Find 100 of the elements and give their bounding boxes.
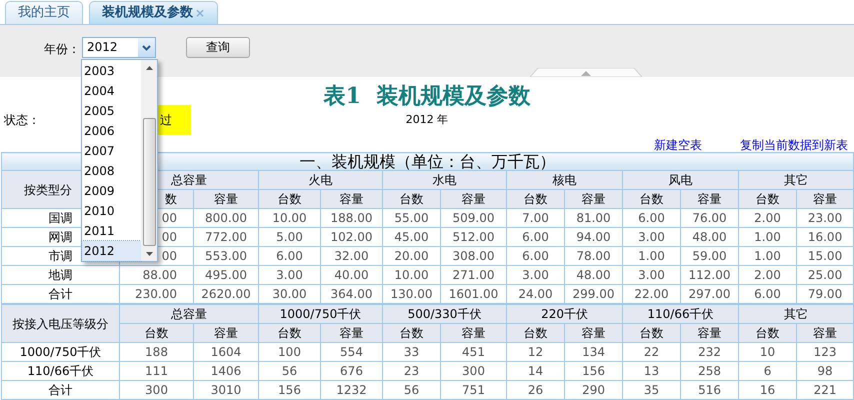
dropdown-option[interactable]: 2005 [82,101,141,121]
table-cell: 676 [320,362,382,380]
column-header: 容量 [320,324,382,342]
table-cell: 308.00 [440,246,506,266]
table-cell: 20.00 [382,246,440,266]
tab[interactable]: 装机规模及参数× [89,1,218,24]
dropdown-option[interactable]: 2004 [82,81,141,101]
table-cell: 451 [440,342,507,362]
table-cell: 1.00 [738,228,796,246]
scroll-thumb[interactable] [142,118,156,246]
table-cell: 112.00 [680,266,738,284]
column-group-header: 火电 [258,170,382,190]
link[interactable]: 复制当前数据到新表 [740,136,848,154]
column-header: 台数 [120,324,194,342]
table-cell: 800.00 [194,208,258,228]
table-cell: 258 [680,362,739,380]
column-header: 容量 [680,324,739,342]
table-cell: 98 [796,362,854,380]
column-group-header: 110/66千伏 [622,304,739,324]
table-cell: 16.00 [796,228,854,246]
table-cell: 56 [258,362,320,380]
column-header: 台数 [622,190,680,208]
column-header: 台数 [506,324,565,342]
column-header: 台数 [382,324,440,342]
table-cell: 14 [506,362,565,380]
table-cell: 33 [382,342,440,362]
year-select[interactable]: 2012 [82,37,156,58]
column-header: 容量 [564,190,622,208]
dropdown-option[interactable]: 2003 [82,61,141,81]
table-cell: 509.00 [440,208,506,228]
column-header: 台数 [738,190,796,208]
column-header: 容量 [680,190,738,208]
row-header: 1000/750千伏 [2,342,120,362]
table-cell: 40.00 [320,266,382,284]
table-cell: 25.00 [796,266,854,284]
table-cell: 45.00 [382,228,440,246]
table-cell: 111 [120,362,194,380]
column-group-header: 核电 [506,170,622,190]
column-header: 容量 [440,190,506,208]
table-cell: 94.00 [564,228,622,246]
table-cell: 156 [564,362,623,380]
table-cell: 3.00 [506,266,564,284]
table-cell: 1406 [194,362,258,380]
column-header: 容量 [796,190,854,208]
table-cell: 300 [120,380,194,400]
table-cell: 221 [796,380,854,400]
table-cell: 232 [680,342,739,362]
column-header: 台数 [622,324,681,342]
column-header: 台数 [258,190,320,208]
table-cell: 16 [738,380,797,400]
column-group-header: 其它 [738,304,854,324]
table-cell: 32.00 [320,246,382,266]
table-cell: 5.00 [258,228,320,246]
column-group-header: 总容量 [120,304,258,324]
table-cell: 81.00 [564,208,622,228]
tab[interactable]: 我的主页 [5,1,83,24]
table-cell: 48.00 [680,228,738,246]
table-cell: 56 [382,380,440,400]
collapse-tab-icon [530,68,642,77]
row-header: 110/66千伏 [2,362,120,380]
table-cell: 100 [258,342,320,362]
table-cell: 3010 [194,380,258,400]
table-cell: 1.00 [622,246,680,266]
table-cell: 6.00 [506,228,564,246]
query-button[interactable]: 查询 [186,37,250,58]
table-cell: 10 [738,342,797,362]
report-title: 表1 装机规模及参数 [324,82,530,111]
table-cell: 2.00 [738,266,796,284]
table-cell: 22 [622,342,681,362]
column-header: 容量 [796,324,854,342]
table-cell: 512.00 [440,228,506,246]
table-cell: 772.00 [194,228,258,246]
table-cell: 1604 [194,342,258,362]
table-cell: 300 [440,362,507,380]
column-group-header: 500/330千伏 [382,304,507,324]
table-cell: 495.00 [194,266,258,284]
scroll-up-icon[interactable] [146,66,152,70]
year-label: 年份： [44,41,80,58]
status-badge: 过 [157,105,191,135]
column-group-header: 水电 [382,170,506,190]
column-header: 台数 [506,190,564,208]
table-cell: 13 [622,362,681,380]
table-cell: 26 [506,380,565,400]
table-cell: 271.00 [440,266,506,284]
table-cell: 553.00 [194,246,258,266]
table-cell: 134 [564,342,623,362]
scroll-down-icon[interactable] [146,252,152,256]
table-cell: 2.00 [738,208,796,228]
dropdown-option[interactable]: 2006 [82,121,141,141]
column-header: 容量 [564,324,623,342]
table-cell: 290 [564,380,623,400]
chevron-down-icon [142,44,151,50]
dropdown-option[interactable]: 2012 [82,241,141,261]
link[interactable]: 新建空表 [654,136,702,154]
scrollbar[interactable] [141,60,157,261]
table-cell: 6.00 [506,246,564,266]
table-cell: 156 [258,380,320,400]
column-header: 台数 [258,324,320,342]
column-header: 容量 [440,324,507,342]
table-cell: 188 [120,342,194,362]
